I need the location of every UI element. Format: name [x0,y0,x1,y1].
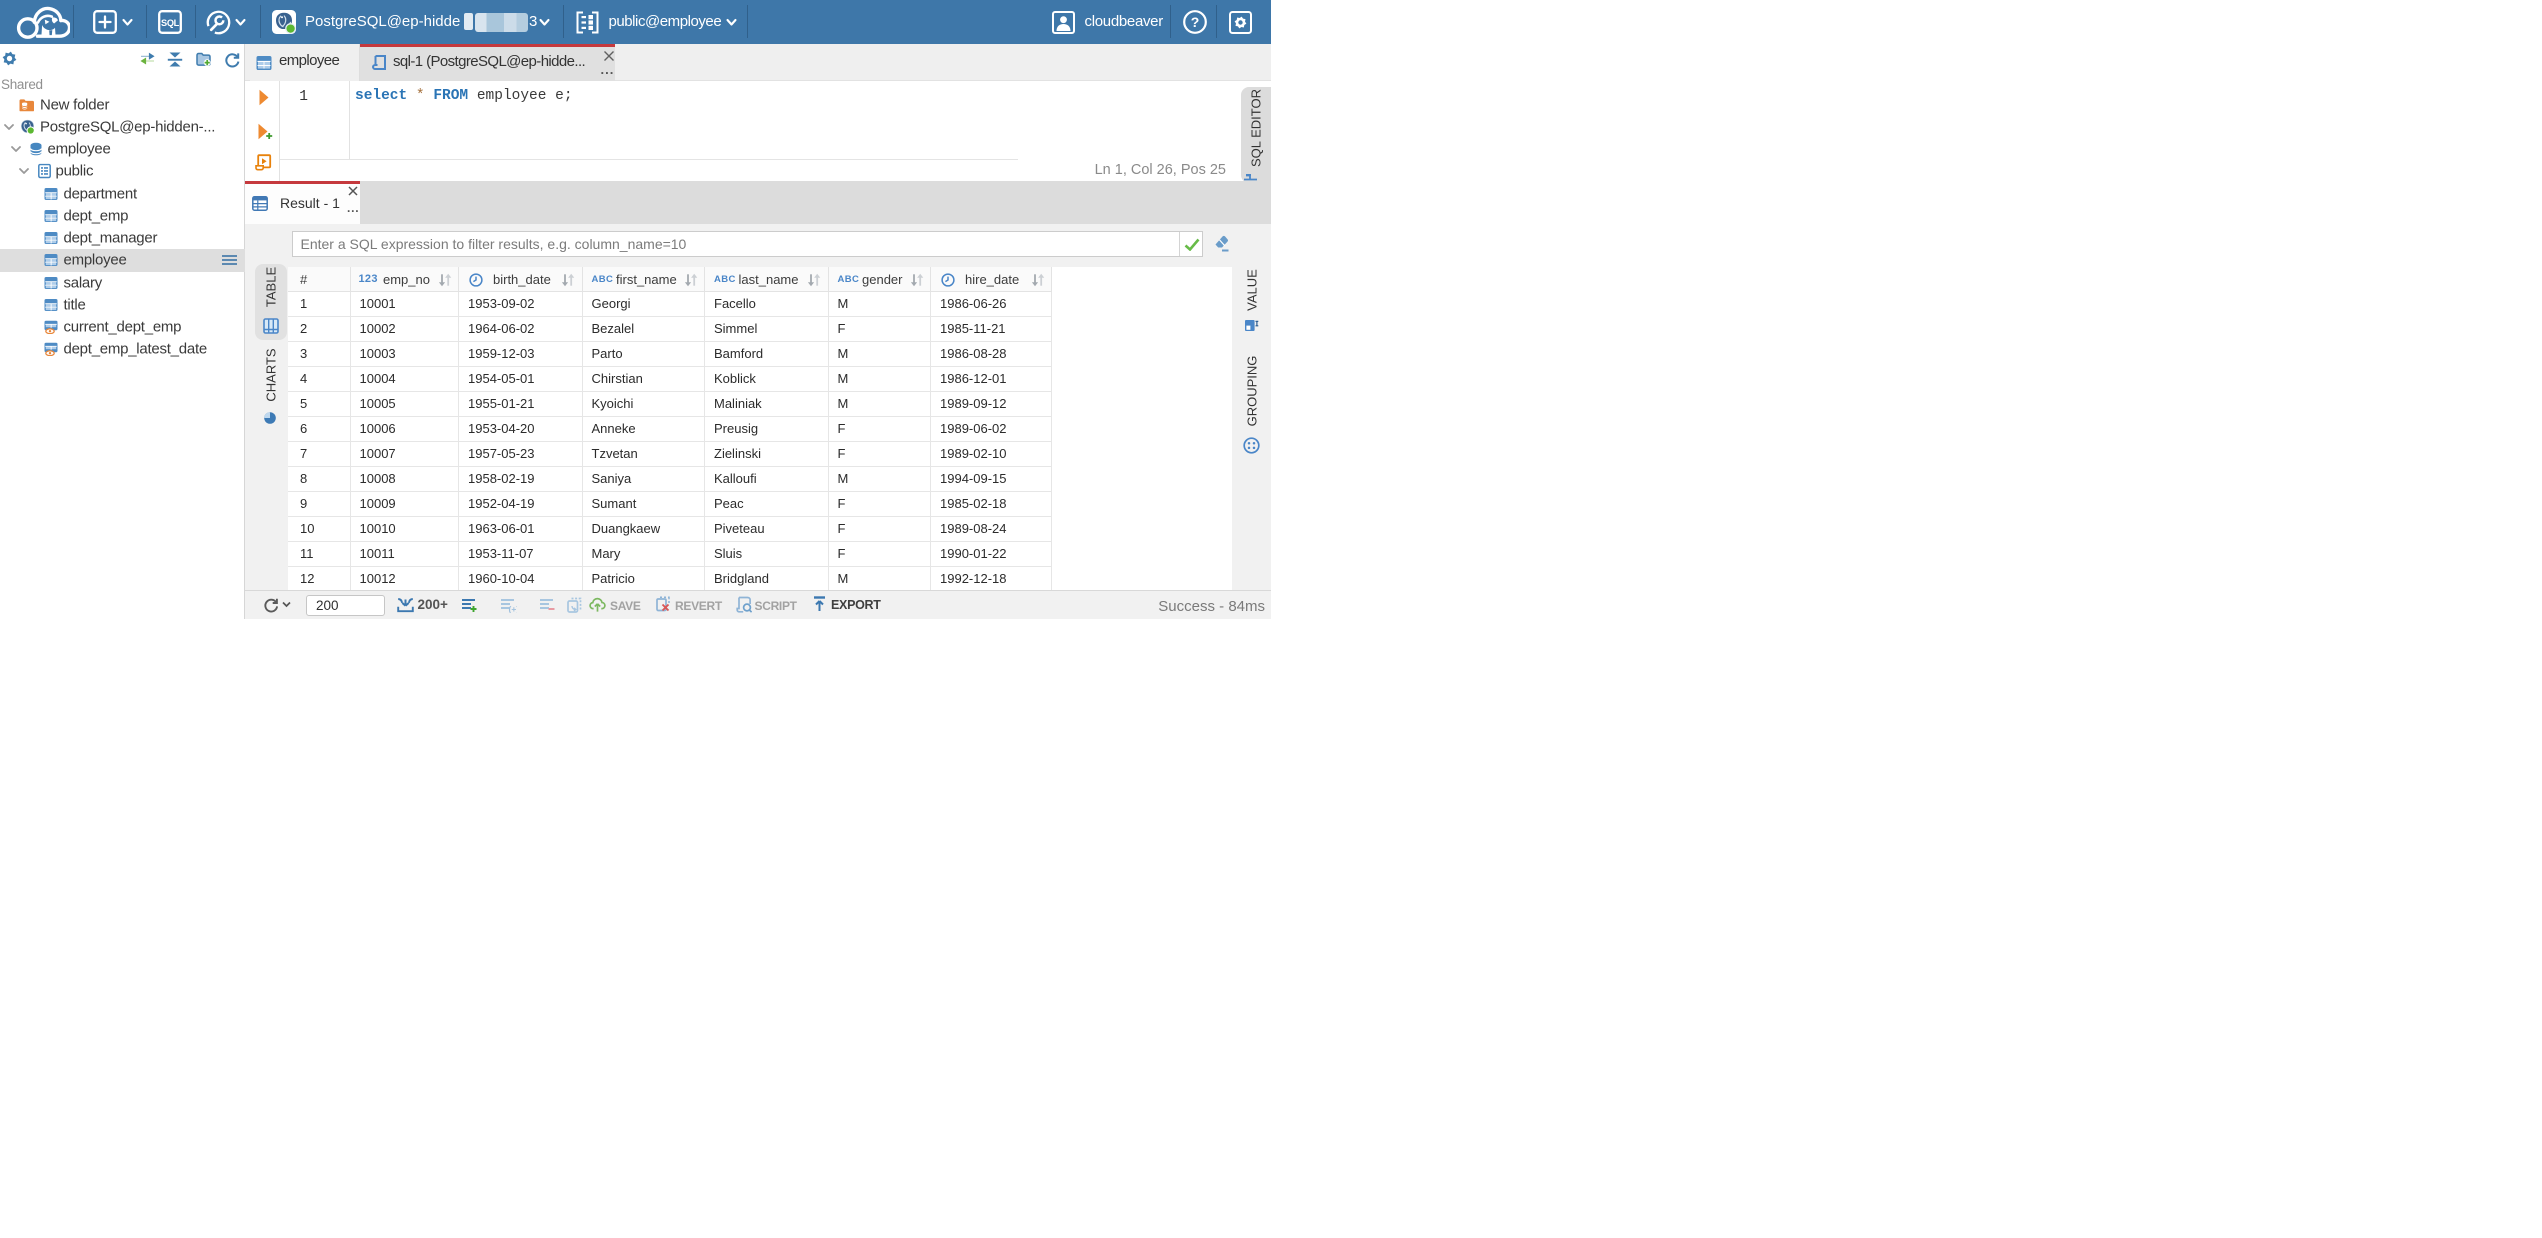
svg-text:?: ? [1190,14,1199,30]
svg-text:(+): (+) [509,604,518,613]
svg-text:SQL: SQL [161,18,180,28]
